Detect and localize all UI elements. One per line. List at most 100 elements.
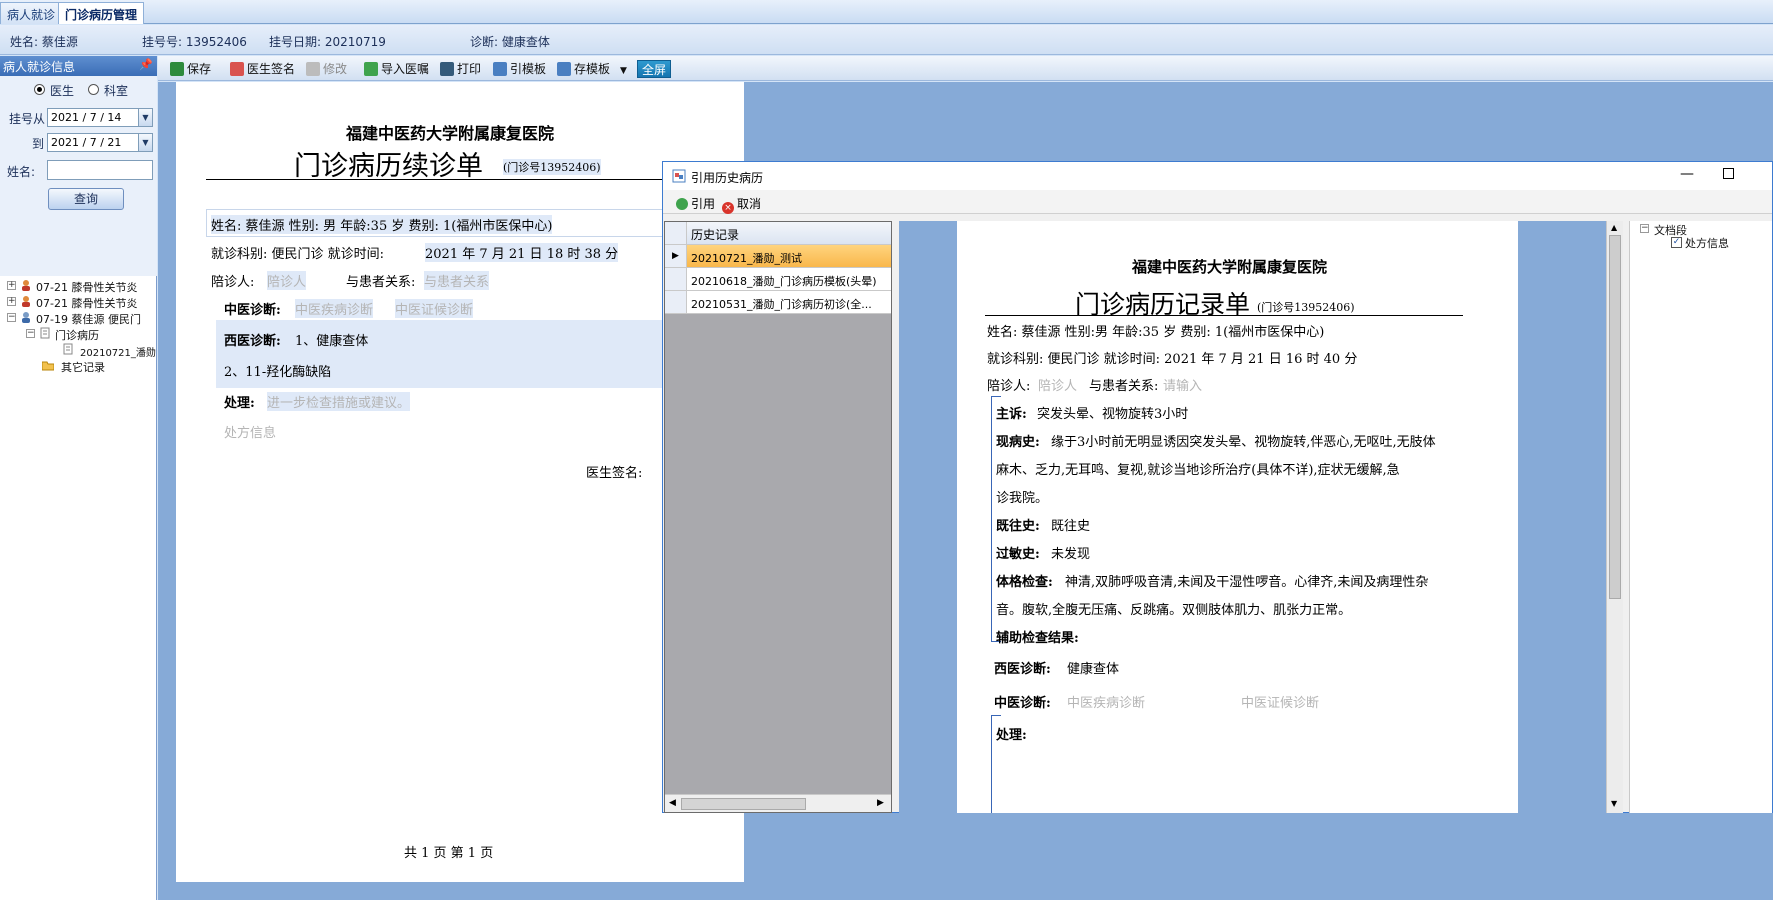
chevron-down-icon[interactable]: ▼: [620, 66, 627, 76]
collapse-icon[interactable]: −: [26, 329, 35, 338]
radio-doctor-label: 医生: [50, 84, 75, 98]
tree-record-item[interactable]: 20210721_潘勋: [80, 344, 156, 359]
maximize-icon[interactable]: [1723, 168, 1734, 179]
expand-icon[interactable]: +: [7, 281, 16, 290]
history-hscrollbar[interactable]: ◀ ▶: [665, 794, 891, 812]
doc-wm-value-2[interactable]: 2、11-羟化酶缺陷: [224, 361, 331, 380]
doc-accompany-field[interactable]: 陪诊人: [267, 271, 307, 290]
history-row[interactable]: 20210618_潘勋_门诊病历模板(头晕): [665, 268, 891, 291]
doctor-sign-label: 医生签名: [247, 62, 296, 76]
row-pointer-icon: ▶: [665, 245, 687, 267]
preview-hospital-name: 福建中医药大学附属康复医院: [1132, 258, 1328, 276]
check-icon: [676, 198, 688, 210]
save-button[interactable]: 保存: [170, 60, 211, 78]
history-header-row: 历史记录: [665, 222, 891, 245]
preview-wm-value: 健康查体: [1067, 662, 1120, 677]
doc-page-footer: 共 1 页 第 1 页: [404, 846, 494, 861]
doc-treatment-field[interactable]: 进一步检查措施或建议。: [267, 392, 411, 411]
radio-doctor[interactable]: [34, 84, 45, 95]
chevron-down-icon[interactable]: ▼: [138, 109, 152, 126]
scroll-right-icon[interactable]: ▶: [877, 798, 884, 808]
scroll-down-icon[interactable]: ▼: [1611, 799, 1617, 808]
doc-tcm-syndrome-field[interactable]: 中医证候诊断: [395, 299, 474, 318]
preview-past-label: 既往史:: [996, 519, 1040, 534]
doc-doctor-sign-label: 医生签名:: [586, 466, 643, 481]
import-order-button[interactable]: 导入医嘱: [364, 60, 429, 78]
doctor-sign-button[interactable]: 医生签名: [230, 60, 295, 78]
collapse-icon[interactable]: −: [1640, 224, 1649, 233]
expand-icon[interactable]: +: [7, 297, 16, 306]
check-icon: [170, 62, 184, 76]
chevron-down-icon[interactable]: ▼: [138, 134, 152, 151]
document-page[interactable]: 福建中医药大学附属康复医院 门诊病历续诊单 (门诊号13952406) 姓名: …: [176, 82, 744, 882]
history-row[interactable]: ▶ 20210721_潘勋_测试: [665, 245, 891, 268]
name-input[interactable]: [47, 160, 153, 180]
dialog-title: 引用历史病历: [691, 171, 764, 185]
preview-complaint: 突发头晕、视物旋转3小时: [1037, 407, 1189, 422]
left-panel: 病人就诊信息 📌 医生 科室 挂号从 2021 / 7 / 14 ▼ 到 202…: [0, 56, 157, 900]
book-icon: [557, 62, 571, 76]
tab-outpatient-records[interactable]: 门诊病历管理: [58, 2, 145, 24]
history-row[interactable]: 20210531_潘勋_门诊病历初诊(全...: [665, 291, 891, 314]
save-template-label: 存模板: [574, 62, 611, 76]
preview-patient-row: 姓名: 蔡佳源 性别:男 年龄:35 岁 费别: 1(福州市医保中心): [987, 325, 1325, 340]
import-order-label: 导入医嘱: [381, 62, 430, 76]
doc-relation-label: 与患者关系:: [346, 275, 416, 290]
date-to-value: 2021 / 7 / 21: [51, 136, 122, 149]
save-template-button[interactable]: 存模板 ▼: [557, 60, 627, 78]
preview-aux-label: 辅助检查结果:: [996, 631, 1079, 646]
date-to-label: 到: [32, 137, 45, 151]
preview-scroll-thumb[interactable]: [1609, 235, 1621, 599]
preview-vscrollbar[interactable]: ▲ ▼: [1606, 221, 1623, 813]
date-from-value: 2021 / 7 / 14: [51, 111, 122, 124]
tree-other-records[interactable]: 其它记录: [61, 359, 105, 375]
preview-relation-label: 与患者关系:: [1089, 379, 1159, 394]
doc-clinic-number: (门诊号13952406): [503, 159, 601, 175]
preview-clinic-number: (门诊号13952406): [1257, 301, 1355, 314]
fullscreen-button[interactable]: 全屏: [637, 60, 672, 78]
doc-tcm-disease-field[interactable]: 中医疾病诊断: [295, 299, 374, 318]
top-tab-bar: 病人就诊 门诊病历管理: [0, 0, 1773, 24]
date-from-picker[interactable]: 2021 / 7 / 14 ▼: [47, 108, 153, 127]
preview-tcm-label: 中医诊断:: [994, 696, 1051, 711]
preview-accompany-field: 陪诊人: [1038, 379, 1078, 394]
scroll-up-icon[interactable]: ▲: [1611, 223, 1617, 232]
modify-button[interactable]: 修改: [306, 60, 347, 78]
doc-relation-field[interactable]: 与患者关系: [424, 271, 490, 290]
tree-outpatient-record[interactable]: 门诊病历: [55, 327, 99, 343]
preview-tcm-disease: 中医疾病诊断: [1067, 696, 1146, 711]
cite-template-button[interactable]: 引模板: [493, 60, 546, 78]
book-icon: [493, 62, 507, 76]
query-button[interactable]: 查询: [48, 188, 124, 210]
row-header-cell: [665, 222, 687, 244]
radio-department[interactable]: [88, 84, 99, 95]
tab-patient-visit[interactable]: 病人就诊: [0, 2, 63, 24]
radio-department-label: 科室: [104, 84, 129, 98]
app-icon: [672, 169, 686, 183]
doc-prescription-info[interactable]: 处方信息: [224, 422, 276, 441]
collapse-icon[interactable]: −: [7, 313, 16, 322]
cancel-button-label: 取消: [737, 197, 762, 211]
doc-wm-value[interactable]: 1、健康查体: [295, 330, 368, 349]
patient-icon: [20, 279, 32, 291]
minimize-icon[interactable]: —: [1680, 166, 1694, 182]
cite-button[interactable]: 引用: [676, 195, 715, 212]
history-scroll-thumb[interactable]: [681, 798, 806, 810]
tree-visit-1[interactable]: 07-21 膝骨性关节炎: [36, 279, 137, 295]
tree-visit-3[interactable]: 07-19 蔡佳源 便民门: [36, 311, 141, 327]
tree-visit-2[interactable]: 07-21 膝骨性关节炎: [36, 295, 137, 311]
pin-icon[interactable]: 📌: [139, 58, 153, 71]
checkbox-checked-icon[interactable]: ✓: [1671, 237, 1682, 248]
dialog-title-bar: 引用历史病历 —: [663, 162, 1772, 190]
preview-treatment-label: 处理:: [996, 728, 1027, 743]
doc-visit-time[interactable]: 2021 年 7 月 21 日 18 时 38 分: [425, 243, 619, 262]
preview-divider: [985, 315, 1463, 316]
segment-tree-root[interactable]: 文档段: [1654, 222, 1687, 238]
dialog-toolbar: 引用 × 取消: [663, 190, 1772, 214]
print-button[interactable]: 打印: [440, 60, 481, 78]
preview-complaint-label: 主诉:: [996, 407, 1027, 422]
date-to-picker[interactable]: 2021 / 7 / 21 ▼: [47, 133, 153, 152]
segment-tree-prescription[interactable]: 处方信息: [1685, 235, 1729, 251]
cancel-button[interactable]: × 取消: [722, 195, 761, 214]
scroll-left-icon[interactable]: ◀: [669, 798, 676, 808]
